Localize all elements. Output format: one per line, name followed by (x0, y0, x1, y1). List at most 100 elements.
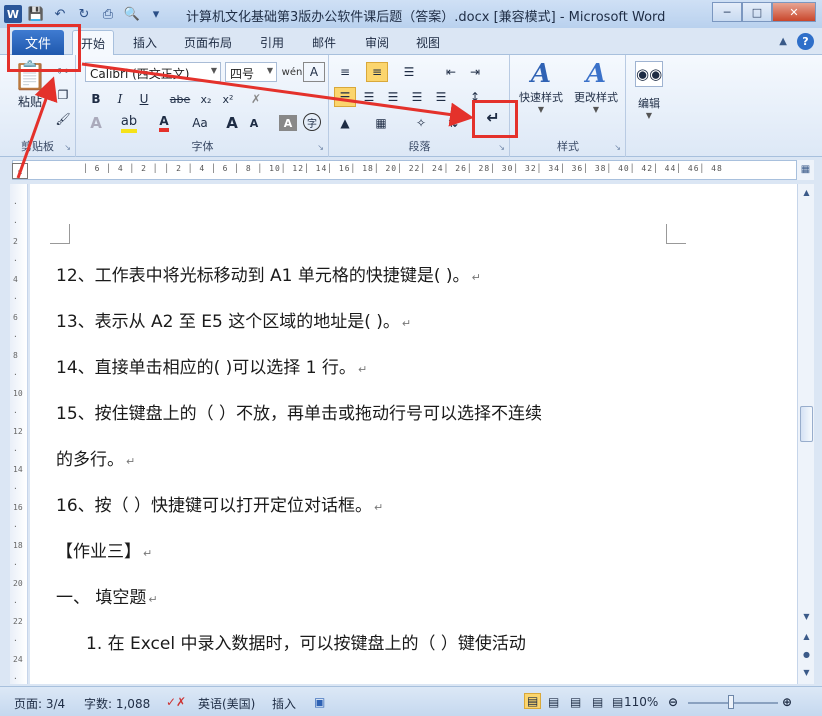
font-name-combo[interactable]: Calibri (西文正文) ▼ (85, 62, 221, 82)
underline-button[interactable]: U (133, 89, 155, 109)
enclose-characters-button[interactable]: 字 (303, 113, 321, 131)
window-controls: ─ □ ✕ (712, 2, 816, 22)
align-left-icon[interactable]: ☰ (334, 87, 356, 107)
highlighter-icon: ab (120, 114, 138, 133)
quick-styles-icon: A (530, 59, 552, 89)
sort-icon[interactable]: ⇅ (442, 113, 464, 133)
redo-icon[interactable]: ↻ (74, 4, 94, 24)
clear-format-icon[interactable]: ✗ (245, 89, 267, 109)
increase-indent-icon[interactable]: ⇥ (464, 62, 486, 82)
distributed-icon[interactable]: ☰ (430, 87, 452, 107)
view-ruler-icon[interactable]: ▦ (797, 160, 814, 180)
chinese-layout-icon[interactable]: ✧ (410, 113, 432, 133)
tab-references[interactable]: 引用 (260, 34, 284, 51)
language-indicator[interactable]: 英语(美国) (198, 695, 255, 712)
browse-object-icon[interactable]: ● (798, 646, 815, 663)
save-icon[interactable]: 💾 (26, 4, 46, 24)
paragraph-launcher-icon[interactable]: ↘ (498, 143, 505, 152)
tab-page-layout[interactable]: 页面布局 (184, 34, 232, 51)
tab-selector-icon[interactable]: ⌞ (12, 163, 28, 179)
help-icon[interactable]: ? (797, 33, 814, 50)
margin-corner-left (50, 224, 70, 244)
web-layout-view-icon[interactable]: ▤ (570, 695, 581, 709)
subscript-button[interactable]: x₂ (195, 89, 217, 109)
next-page-icon[interactable]: ▼ (798, 664, 815, 681)
previous-page-icon[interactable]: ▲ (798, 628, 815, 645)
bullets-icon[interactable]: ≡ (334, 62, 356, 82)
quick-access-toolbar: W 💾 ↶ ↻ ⎙ 🔍 ▾ (4, 4, 166, 24)
align-center-icon[interactable]: ☰ (358, 87, 380, 107)
print-preview-icon[interactable]: 🔍 (122, 4, 142, 24)
quick-styles-button[interactable]: A 快速样式 ▼ (515, 59, 567, 114)
italic-button[interactable]: I (109, 89, 131, 109)
scroll-down-icon[interactable]: ▼ (798, 608, 815, 625)
change-styles-button[interactable]: A 更改样式 ▼ (569, 59, 623, 114)
undo-icon[interactable]: ↶ (50, 4, 70, 24)
format-painter-icon[interactable]: 🖌 (52, 109, 74, 129)
word-count[interactable]: 字数: 1,088 (84, 695, 150, 712)
grow-font-button[interactable]: A (221, 113, 243, 133)
minimize-ribbon-icon[interactable]: ▲ (779, 36, 787, 47)
ribbon: 📋 粘贴 ✂ ❐ 🖌 剪贴板 ↘ Calibri (西文正文) ▼ 四号 ▼ wén… (0, 55, 822, 157)
document-line: 【作业三】 ↵ (56, 542, 153, 562)
zoom-in-icon[interactable]: ⊕ (782, 695, 792, 709)
shrink-font-button[interactable]: A (243, 113, 265, 133)
tab-view[interactable]: 视图 (416, 34, 440, 51)
phonetic-guide-button[interactable]: wén (281, 62, 303, 82)
scroll-thumb[interactable] (800, 406, 813, 442)
clipboard-launcher-icon[interactable]: ↘ (64, 143, 71, 152)
status-bar: 页面: 3/4 字数: 1,088 ✓✗ 英语(美国) 插入 ▣ ▤ ▤ ▤ ▤… (0, 686, 822, 716)
zoom-slider-knob[interactable] (728, 695, 734, 709)
align-right-icon[interactable]: ☰ (382, 87, 404, 107)
shading-icon[interactable]: ▲ (334, 113, 356, 133)
strikethrough-button[interactable]: abe (167, 89, 193, 109)
styles-group: A 快速样式 ▼ A 更改样式 ▼ 样式 ↘ (511, 55, 626, 157)
font-launcher-icon[interactable]: ↘ (317, 143, 324, 152)
tab-review[interactable]: 审阅 (365, 34, 389, 51)
font-color-button[interactable]: A (151, 113, 177, 133)
char-border-button[interactable]: A (303, 62, 325, 82)
full-screen-view-icon[interactable]: ▤ (548, 695, 559, 709)
vertical-ruler[interactable]: · · 2 · 4 · 6 · 8 · 10 · 12 · 14 · 16 · … (10, 184, 28, 684)
scroll-up-icon[interactable]: ▲ (798, 184, 815, 201)
binoculars-icon: ◉◉ (635, 61, 663, 87)
zoom-out-icon[interactable]: ⊖ (668, 695, 678, 709)
print-icon[interactable]: ⎙ (98, 4, 118, 24)
superscript-button[interactable]: x² (217, 89, 239, 109)
word-logo-icon[interactable]: W (4, 5, 22, 23)
tab-mailings[interactable]: 邮件 (312, 34, 336, 51)
change-case-button[interactable]: Aa (185, 113, 215, 133)
draft-view-icon[interactable]: ▤ (612, 695, 623, 709)
window-title: 计算机文化基础第3版办公软件课后题（答案）.docx [兼容模式] - Micr… (186, 10, 666, 25)
editing-button[interactable]: ◉◉ 编辑 ▼ (631, 61, 667, 120)
insert-mode-indicator[interactable]: 插入 (272, 695, 296, 712)
highlight-color-button[interactable]: ab (115, 113, 143, 133)
numbering-icon[interactable]: ≡ (366, 62, 388, 82)
horizontal-ruler[interactable]: │ 6 │ 4 │ 2 │ │ 2 │ 4 │ 6 │ 8 │ 10│ 12│ … (12, 160, 797, 180)
maximize-button[interactable]: □ (742, 2, 772, 22)
text-effect-icon[interactable]: A (85, 113, 107, 133)
document-page[interactable]: 12、工作表中将光标移动到 A1 单元格的快捷键是( )。 ↵ 13、表示从 A2… (30, 184, 797, 684)
bold-button[interactable]: B (85, 89, 107, 109)
outline-view-icon[interactable]: ▤ (592, 695, 603, 709)
multilevel-list-icon[interactable]: ☰ (398, 62, 420, 82)
print-layout-view-icon[interactable]: ▤ (524, 693, 542, 709)
decrease-indent-icon[interactable]: ⇤ (440, 62, 462, 82)
styles-launcher-icon[interactable]: ↘ (614, 143, 621, 152)
font-size-combo[interactable]: 四号 ▼ (225, 62, 277, 82)
minimize-button[interactable]: ─ (712, 2, 742, 22)
document-line: 一、 填空题 ↵ (56, 588, 158, 608)
font-color-icon: A (159, 114, 169, 132)
customize-icon[interactable]: ▾ (146, 4, 166, 24)
zoom-level[interactable]: 110% (624, 695, 658, 709)
page-count[interactable]: 页面: 3/4 (14, 695, 65, 712)
proofing-icon[interactable]: ✓✗ (166, 695, 186, 709)
vertical-scrollbar[interactable]: ▲ ▼ ▲ ● ▼ (797, 184, 814, 684)
justify-icon[interactable]: ☰ (406, 87, 428, 107)
tab-insert[interactable]: 插入 (133, 34, 157, 51)
close-button[interactable]: ✕ (772, 2, 816, 22)
borders-icon[interactable]: ▦ (370, 113, 392, 133)
macro-record-icon[interactable]: ▣ (314, 695, 325, 709)
copy-icon[interactable]: ❐ (52, 85, 74, 105)
char-shading-icon[interactable]: A (279, 115, 297, 131)
